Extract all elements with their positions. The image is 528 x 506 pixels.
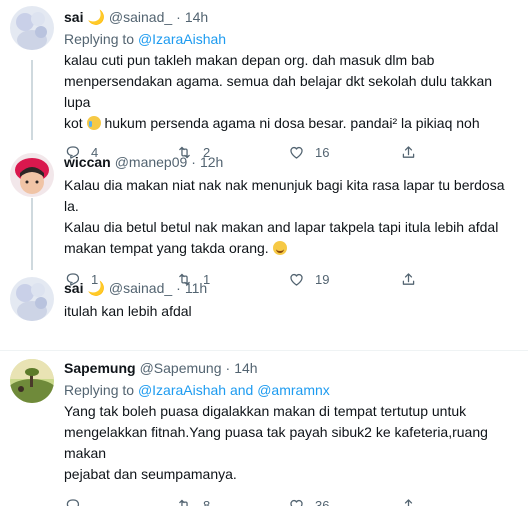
avatar[interactable] bbox=[10, 6, 54, 50]
display-name[interactable]: wiccan bbox=[64, 153, 111, 171]
handle[interactable]: @manep09 bbox=[115, 153, 188, 171]
display-name[interactable]: sai bbox=[64, 8, 83, 26]
avatar[interactable] bbox=[10, 277, 54, 321]
separator: · bbox=[176, 280, 181, 296]
replying-prefix: Replying to bbox=[64, 31, 135, 47]
replying-to: Replying to @IzaraAishah and @amramnx bbox=[64, 381, 516, 399]
handle[interactable]: @sainad_ bbox=[109, 279, 172, 297]
tweet-text: itulah kan lebih afdal bbox=[64, 303, 192, 319]
display-name[interactable]: sai bbox=[64, 279, 83, 297]
replying-prefix: Replying to bbox=[64, 382, 135, 398]
replying-to: Replying to @IzaraAishah bbox=[64, 30, 516, 48]
retweet-count: 8 bbox=[203, 497, 211, 506]
avatar[interactable] bbox=[10, 153, 54, 197]
tweet-header: sai 🌙 @sainad_ · 11h bbox=[64, 279, 516, 297]
separator: · bbox=[191, 154, 196, 170]
tweet-header: sai 🌙 @sainad_ · 14h bbox=[64, 8, 516, 26]
display-name[interactable]: Sapemung bbox=[64, 359, 136, 377]
moon-emoji: 🌙 bbox=[87, 280, 105, 296]
timestamp[interactable]: 11h bbox=[185, 279, 207, 297]
tweet-header: Sapemung @Sapemung · 14h bbox=[64, 359, 516, 377]
timestamp[interactable]: 12h bbox=[200, 153, 223, 171]
tweet-4[interactable]: Sapemung @Sapemung · 14h Replying to @Iz… bbox=[0, 351, 528, 506]
retweet-button[interactable]: 8 bbox=[176, 497, 288, 506]
handle[interactable]: @sainad_ bbox=[109, 8, 172, 26]
mention-link[interactable]: @IzaraAishah bbox=[138, 31, 226, 47]
moon-emoji: 🌙 bbox=[87, 9, 105, 25]
tweet-text: kalau cuti pun takleh makan depan org. d… bbox=[64, 50, 516, 134]
mention-link[interactable]: @IzaraAishah and @amramnx bbox=[138, 382, 330, 398]
tweet-text: Yang tak boleh puasa digalakkan makan di… bbox=[64, 403, 488, 482]
share-icon bbox=[402, 498, 415, 506]
tweet-3[interactable]: sai 🌙 @sainad_ · 11h itulah kan lebih af… bbox=[0, 273, 528, 350]
tweet-1[interactable]: sai 🌙 @sainad_ · 14h Replying to @IzaraA… bbox=[0, 0, 528, 160]
tweet-text-part: hukum persenda agama ni dosa besar. pand… bbox=[100, 115, 480, 131]
tweet-header: wiccan @manep09 · 12h bbox=[64, 153, 516, 171]
separator: · bbox=[176, 9, 181, 25]
tweet-text: Kalau dia makan niat nak nak menunjuk ba… bbox=[64, 175, 516, 259]
like-icon bbox=[290, 499, 303, 506]
timestamp[interactable]: 14h bbox=[234, 359, 257, 377]
reply-icon bbox=[66, 498, 80, 506]
like-button[interactable]: 36 bbox=[288, 497, 400, 506]
like-count: 36 bbox=[315, 497, 330, 506]
timestamp[interactable]: 14h bbox=[185, 8, 208, 26]
handle[interactable]: @Sapemung bbox=[140, 359, 222, 377]
tweet-actions: 8 36 bbox=[64, 495, 516, 506]
separator: · bbox=[225, 360, 231, 376]
retweet-icon bbox=[179, 499, 190, 506]
share-button[interactable] bbox=[400, 497, 427, 506]
smiling-face-icon bbox=[272, 241, 287, 255]
tweet-2[interactable]: wiccan @manep09 · 12h Kalau dia makan ni… bbox=[0, 149, 528, 287]
crying-face-icon bbox=[86, 116, 101, 130]
reply-button[interactable] bbox=[64, 497, 176, 506]
avatar[interactable] bbox=[10, 359, 54, 403]
